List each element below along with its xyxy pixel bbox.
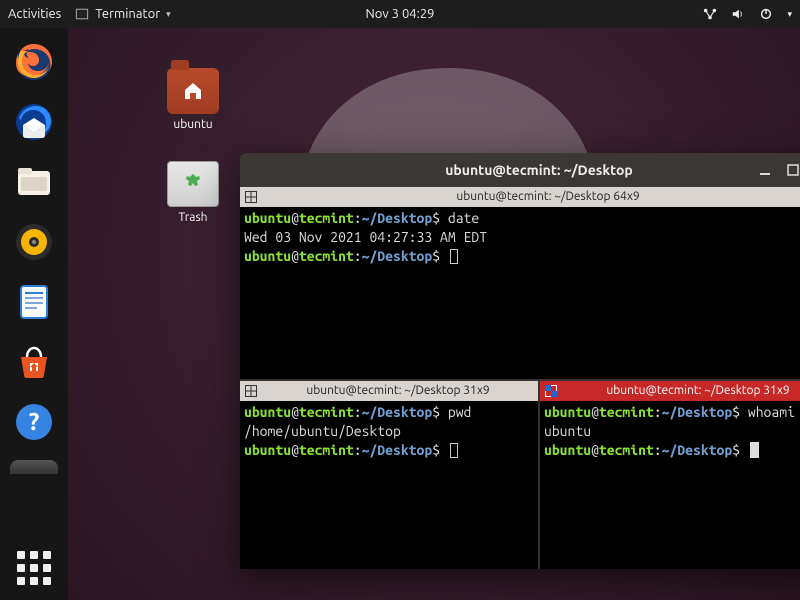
prompt-host: tecmint <box>299 442 354 458</box>
dock-files[interactable] <box>8 156 60 208</box>
volume-icon[interactable] <box>731 7 745 21</box>
pane-tab-top-label: ubuntu@tecmint: ~/Desktop 64x9 <box>262 189 800 205</box>
output-pwd: /home/ubuntu/Desktop <box>244 422 534 441</box>
prompt-user: ubuntu <box>544 442 591 458</box>
output-date: Wed 03 Nov 2021 04:27:33 AM EDT <box>244 228 800 247</box>
prompt-host: tecmint <box>299 248 354 264</box>
pane-tab-top[interactable]: ubuntu@tecmint: ~/Desktop 64x9 <box>240 187 800 207</box>
dock-help[interactable]: ? <box>8 396 60 448</box>
pane-tab-br[interactable]: ubuntu@tecmint: ~/Desktop 31x9 <box>540 381 800 401</box>
dock: ? <box>0 28 68 600</box>
prompt-host: tecmint <box>599 442 654 458</box>
prompt-path: ~/Desktop <box>362 404 433 420</box>
cursor <box>450 249 458 264</box>
prompt-at: @ <box>291 442 299 458</box>
prompt-path: ~/Desktop <box>362 442 433 458</box>
pane-tab-bl[interactable]: ubuntu@tecmint: ~/Desktop 31x9 <box>240 381 538 401</box>
app-menu[interactable]: Terminator ▾ <box>75 7 170 21</box>
prompt-host: tecmint <box>299 210 354 226</box>
show-applications-button[interactable] <box>12 546 56 590</box>
desktop-icon-home-label: ubuntu <box>158 118 228 131</box>
dock-rhythmbox[interactable] <box>8 216 60 268</box>
prompt-path: ~/Desktop <box>362 248 433 264</box>
prompt-dollar: $ <box>432 248 440 264</box>
cmd-date: date <box>448 210 479 226</box>
prompt-path: ~/Desktop <box>362 210 433 226</box>
prompt-user: ubuntu <box>244 404 291 420</box>
activities-button[interactable]: Activities <box>8 7 61 21</box>
prompt-colon: : <box>654 442 662 458</box>
system-menu-chevron-icon: ▾ <box>787 9 792 20</box>
split-grid-icon <box>244 190 258 204</box>
prompt-user: ubuntu <box>244 210 291 226</box>
cmd-whoami: whoami <box>748 404 795 420</box>
output-whoami: ubuntu <box>544 422 800 441</box>
prompt-colon: : <box>654 404 662 420</box>
prompt-at: @ <box>591 442 599 458</box>
terminal-pane-top[interactable]: ubuntu@tecmint: ~/Desktop 64x9 ubuntu@te… <box>240 187 800 379</box>
prompt-user: ubuntu <box>244 248 291 264</box>
prompt-path: ~/Desktop <box>662 442 733 458</box>
window-titlebar[interactable]: ubuntu@tecmint: ~/Desktop ✕ <box>240 153 800 187</box>
prompt-dollar: $ <box>432 210 440 226</box>
prompt-user: ubuntu <box>544 404 591 420</box>
pane-tab-br-label: ubuntu@tecmint: ~/Desktop 31x9 <box>562 383 800 399</box>
desktop-icon-trash-label: Trash <box>158 211 228 224</box>
prompt-colon: : <box>354 248 362 264</box>
prompt-colon: : <box>354 442 362 458</box>
prompt-host: tecmint <box>299 404 354 420</box>
dock-writer[interactable] <box>8 276 60 328</box>
dock-software[interactable] <box>8 336 60 388</box>
prompt-at: @ <box>291 404 299 420</box>
clock[interactable]: Nov 3 04:29 <box>365 7 434 21</box>
dropdown-triangle-icon: ▾ <box>166 9 171 20</box>
prompt-host: tecmint <box>599 404 654 420</box>
prompt-colon: : <box>354 404 362 420</box>
dock-thunderbird[interactable] <box>8 96 60 148</box>
cmd-pwd: pwd <box>448 404 472 420</box>
terminator-window: ubuntu@tecmint: ~/Desktop ✕ ubuntu@tecmi… <box>240 153 800 569</box>
system-tray[interactable]: ▾ <box>703 7 792 21</box>
prompt-dollar: $ <box>732 442 740 458</box>
prompt-dollar: $ <box>732 404 740 420</box>
desktop[interactable]: ubuntu Trash ubuntu@tecmint: ~/Desktop ✕ <box>68 28 800 600</box>
window-minimize-button[interactable] <box>756 161 774 179</box>
dock-firefox[interactable] <box>8 36 60 88</box>
pane-tab-bl-label: ubuntu@tecmint: ~/Desktop 31x9 <box>262 383 534 399</box>
window-maximize-button[interactable] <box>784 161 800 179</box>
prompt-dollar: $ <box>432 404 440 420</box>
split-grid-icon <box>244 384 258 398</box>
network-icon[interactable] <box>703 7 717 21</box>
svg-text:?: ? <box>29 408 40 435</box>
prompt-user: ubuntu <box>244 442 291 458</box>
prompt-at: @ <box>591 404 599 420</box>
app-menu-label: Terminator <box>95 7 160 21</box>
desktop-icon-home[interactable]: ubuntu <box>158 68 228 131</box>
window-title: ubuntu@tecmint: ~/Desktop <box>445 162 633 178</box>
split-grid-icon <box>544 384 558 398</box>
prompt-at: @ <box>291 248 299 264</box>
terminal-pane-bottom-right[interactable]: ubuntu@tecmint: ~/Desktop 31x9 ubuntu@te… <box>538 381 800 569</box>
desktop-icon-trash[interactable]: Trash <box>158 161 228 224</box>
dock-partial-app[interactable] <box>10 460 58 474</box>
prompt-path: ~/Desktop <box>662 404 733 420</box>
cursor <box>450 443 458 458</box>
top-panel: Activities Terminator ▾ Nov 3 04:29 ▾ <box>0 0 800 28</box>
prompt-colon: : <box>354 210 362 226</box>
terminal-pane-bottom-left[interactable]: ubuntu@tecmint: ~/Desktop 31x9 ubuntu@te… <box>240 381 538 569</box>
power-icon[interactable] <box>759 7 773 21</box>
prompt-dollar: $ <box>432 442 440 458</box>
terminator-app-icon <box>75 7 89 21</box>
cursor-active <box>750 442 759 458</box>
prompt-at: @ <box>291 210 299 226</box>
